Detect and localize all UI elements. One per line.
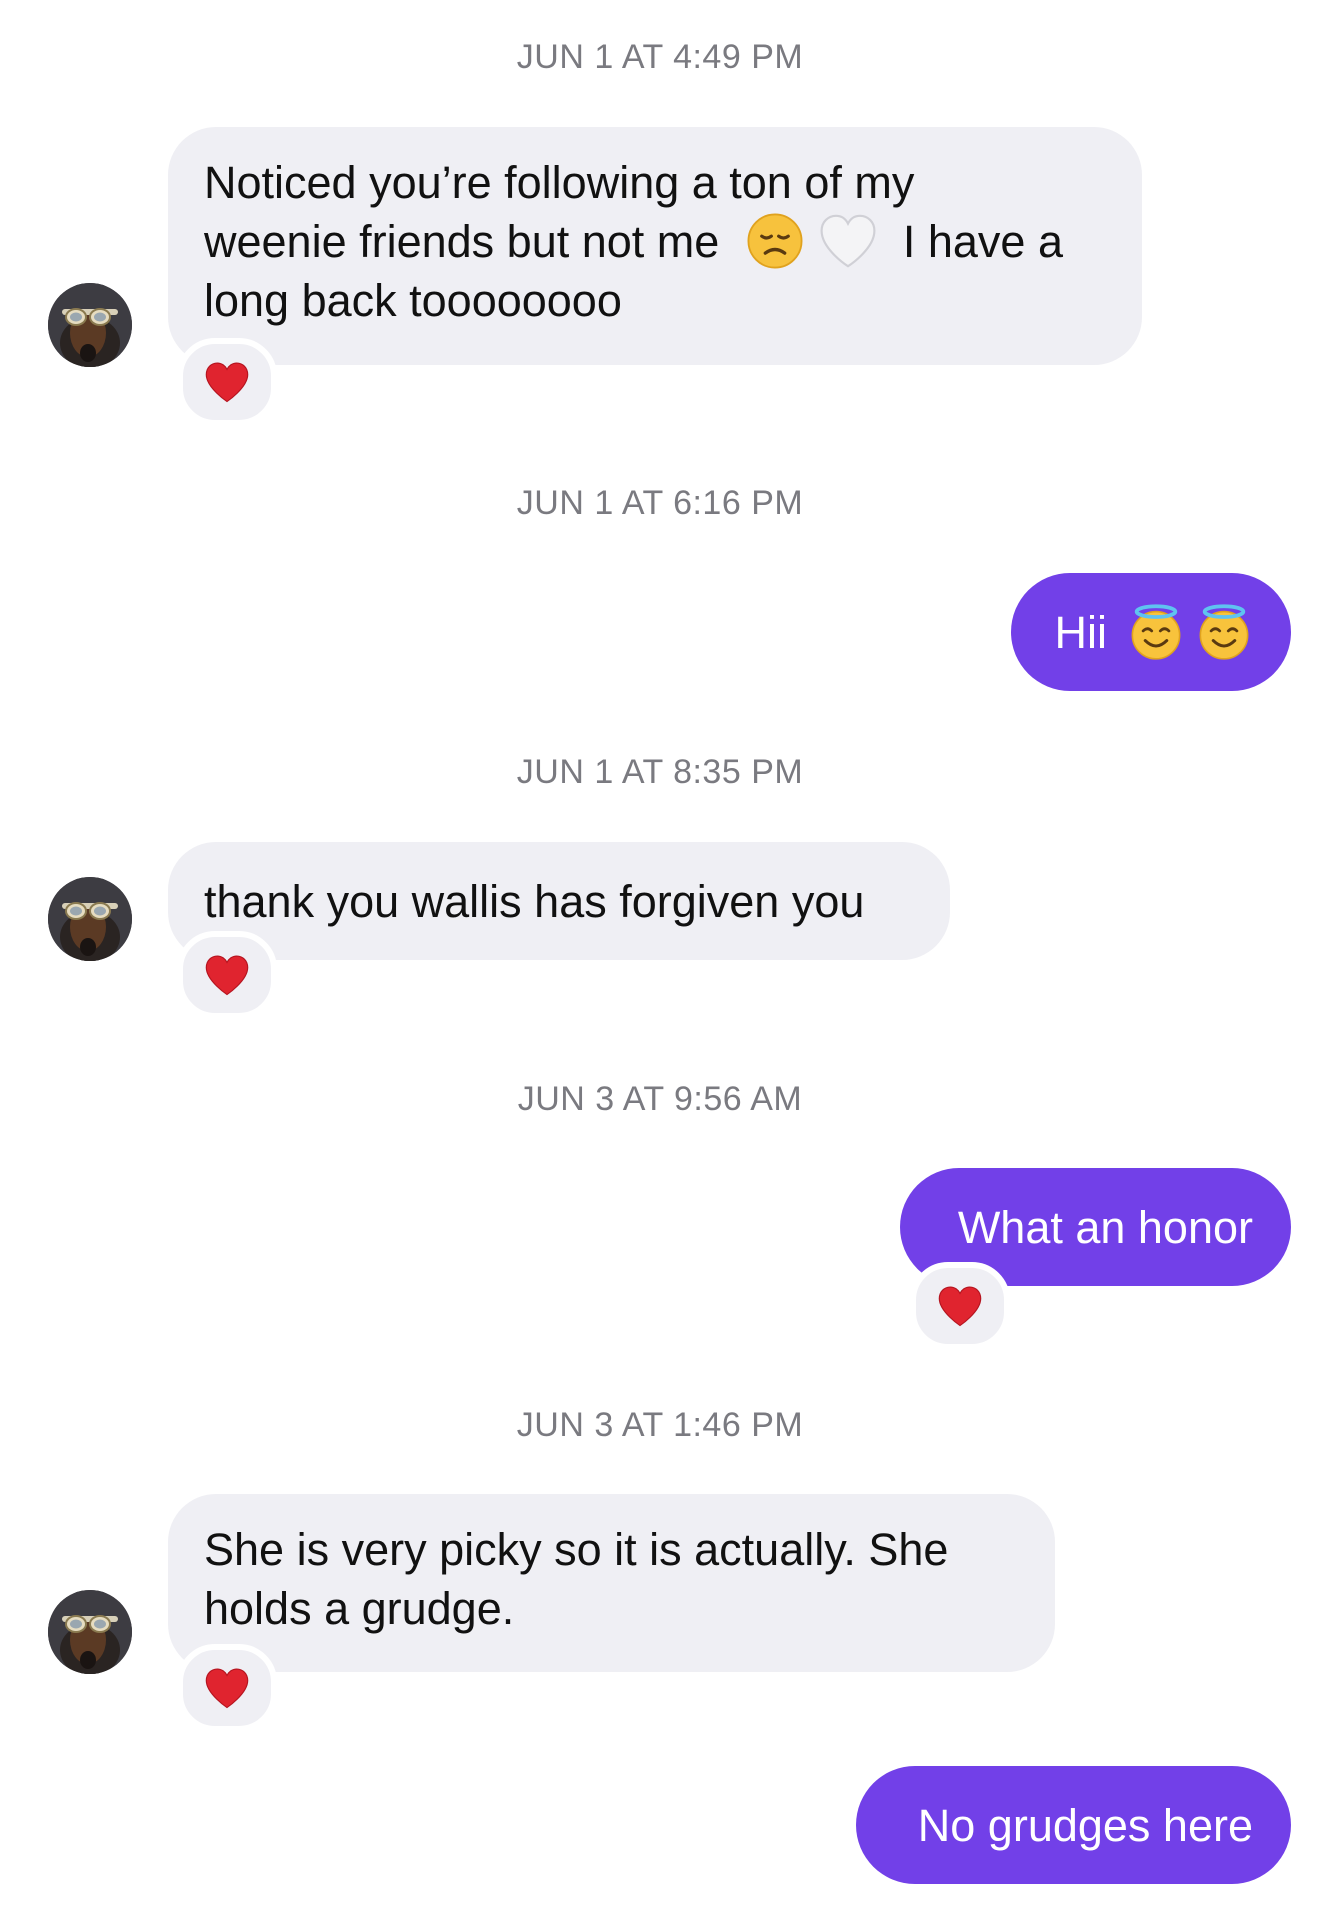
- reaction-badge[interactable]: [177, 1644, 277, 1732]
- avatar[interactable]: [48, 283, 132, 367]
- smiling-face-with-halo-icon: [1195, 603, 1253, 661]
- message-line: long back toooooooo: [204, 275, 622, 326]
- timestamp: JUN 3 AT 1:46 PM: [516, 1406, 804, 1444]
- red-heart-icon: [937, 1285, 983, 1327]
- red-heart-icon: [204, 1667, 250, 1709]
- red-heart-icon: [204, 361, 250, 403]
- incoming-message[interactable]: Noticed you’re following a ton of my wee…: [168, 127, 1142, 365]
- reaction-badge[interactable]: [177, 931, 277, 1019]
- red-heart-icon: [204, 954, 250, 996]
- timestamp: JUN 1 AT 8:35 PM: [516, 753, 804, 791]
- timestamp: JUN 1 AT 6:16 PM: [516, 484, 804, 522]
- outgoing-message[interactable]: Hii: [1011, 573, 1291, 691]
- message-line: She is very picky so it is actually. She: [204, 1524, 949, 1575]
- incoming-message[interactable]: She is very picky so it is actually. She…: [168, 1494, 1055, 1672]
- timestamp: JUN 1 AT 4:49 PM: [516, 38, 804, 76]
- message-line: weenie friends but not me: [204, 216, 720, 267]
- dog-avatar-icon: [48, 877, 132, 961]
- incoming-message[interactable]: thank you wallis has forgiven you: [168, 842, 950, 960]
- dog-avatar-icon: [48, 1590, 132, 1674]
- message-text: thank you wallis has forgiven you: [204, 875, 865, 927]
- message-text: No grudges here: [917, 1799, 1253, 1851]
- message-line: Noticed you’re following a ton of my: [204, 157, 915, 208]
- reaction-badge[interactable]: [177, 338, 277, 426]
- message-text: What an honor: [957, 1201, 1253, 1253]
- timestamp: JUN 3 AT 9:56 AM: [517, 1080, 803, 1118]
- message-line: I have a: [902, 216, 1063, 267]
- message-line: holds a grudge.: [204, 1583, 515, 1634]
- avatar[interactable]: [48, 877, 132, 961]
- disappointed-face-icon: [746, 212, 804, 270]
- white-heart-icon: [818, 213, 878, 269]
- avatar[interactable]: [48, 1590, 132, 1674]
- smiling-face-with-halo-icon: [1127, 603, 1185, 661]
- dog-avatar-icon: [48, 283, 132, 367]
- outgoing-message[interactable]: No grudges here: [856, 1766, 1291, 1884]
- reaction-badge[interactable]: [910, 1262, 1010, 1350]
- message-text: Hii: [1054, 606, 1108, 658]
